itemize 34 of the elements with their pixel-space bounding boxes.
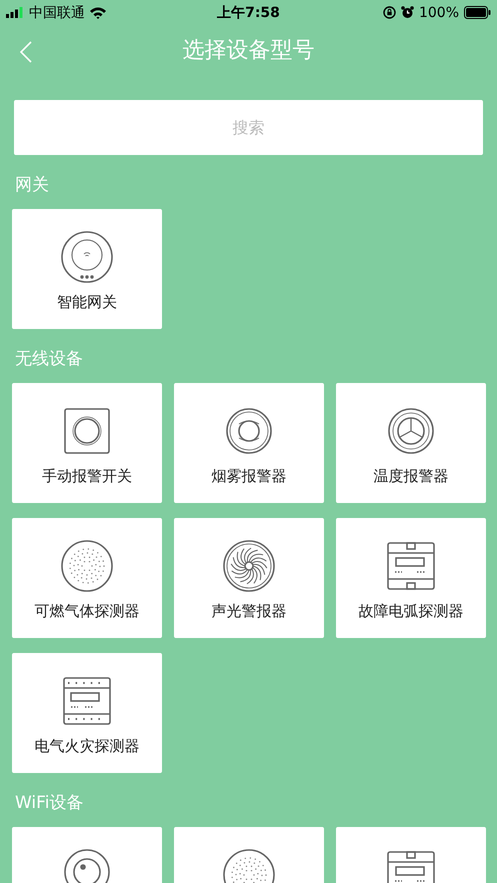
wifi-icon — [90, 6, 106, 18]
swirl-siren-icon — [222, 539, 276, 593]
device-name: 声光警报器 — [212, 602, 286, 621]
device-card[interactable]: 烟雾报警器 — [174, 383, 324, 503]
device-card[interactable]: 电气火灾探测器 — [12, 653, 162, 773]
device-name: 烟雾报警器 — [212, 467, 286, 486]
device-name: 手动报警开关 — [42, 467, 132, 486]
device-card[interactable]: 智能网关 — [12, 209, 162, 329]
device-card[interactable]: 可燃气体探测器 — [12, 518, 162, 638]
meter-box-icon — [384, 539, 438, 593]
device-name: 电气火灾探测器 — [34, 737, 140, 756]
section-title: 无线设备 — [14, 348, 84, 371]
device-name: 可燃气体探测器 — [34, 602, 140, 621]
device-card[interactable]: 温度报警器 — [336, 383, 486, 503]
status-time: 上午7:58 — [217, 4, 280, 22]
device-card[interactable]: 声光警报器 — [174, 518, 324, 638]
device-name: 温度报警器 — [374, 467, 448, 486]
carrier-name: 中国联通 — [29, 4, 85, 22]
page-title: 选择设备型号 — [182, 37, 314, 65]
device-name: 智能网关 — [57, 293, 117, 312]
battery-percent: 100% — [418, 4, 459, 20]
perforated-detector-icon — [60, 539, 114, 593]
battery-icon — [464, 6, 491, 19]
signal-icon — [6, 7, 24, 18]
meter-box-icon — [60, 674, 114, 728]
rotation-lock-icon — [382, 6, 396, 19]
device-card[interactable]: 故障电弧探测器 — [336, 518, 486, 638]
section-title: WiFi设备 — [14, 792, 84, 815]
section-title: 网关 — [14, 174, 50, 197]
device-card[interactable]: 手动报警开关 — [12, 383, 162, 503]
alarm-clock-icon — [400, 6, 414, 19]
device-name: 故障电弧探测器 — [358, 602, 464, 621]
router-icon — [60, 230, 114, 284]
search-field[interactable]: 搜索 — [14, 100, 483, 155]
